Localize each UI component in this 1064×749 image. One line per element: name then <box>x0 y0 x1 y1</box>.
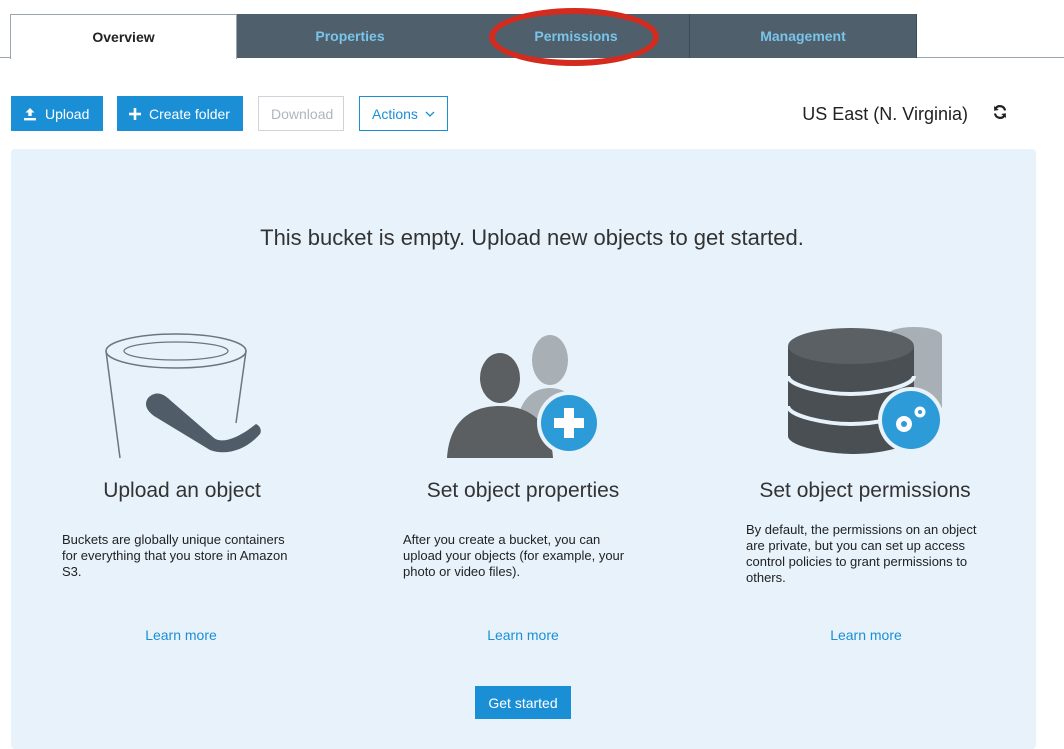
users-add-icon <box>445 330 605 465</box>
tab-properties[interactable]: Properties <box>237 14 464 58</box>
actions-dropdown[interactable]: Actions <box>359 96 448 131</box>
learn-more-permissions-link[interactable]: Learn more <box>806 627 926 643</box>
upload-object-title: Upload an object <box>103 479 261 502</box>
actions-dropdown-label: Actions <box>372 105 418 122</box>
region-label: US East (N. Virginia) <box>802 104 968 124</box>
learn-more-upload-link[interactable]: Learn more <box>121 627 241 643</box>
set-object-properties-description: After you create a bucket, you can uploa… <box>403 532 625 579</box>
set-object-permissions-title: Set object permissions <box>759 479 971 502</box>
upload-button[interactable]: Upload <box>11 96 103 131</box>
tab-permissions[interactable]: Permissions <box>463 14 690 58</box>
upload-button-label: Upload <box>45 105 90 122</box>
download-button[interactable]: Download <box>258 96 344 131</box>
database-settings-icon <box>786 318 946 463</box>
upload-icon <box>23 107 37 121</box>
set-object-properties-title: Set object properties <box>426 479 620 502</box>
tab-overview[interactable]: Overview <box>10 14 237 59</box>
set-object-permissions-description: By default, the permissions on an object… <box>746 522 977 585</box>
chevron-down-icon <box>425 111 435 117</box>
create-folder-button[interactable]: Create folder <box>117 96 243 131</box>
tab-bar: Overview Properties Permissions Manageme… <box>0 0 1064 66</box>
refresh-icon[interactable] <box>992 104 1008 125</box>
empty-bucket-headline: This bucket is empty. Upload new objects… <box>260 225 804 250</box>
bucket-icon <box>96 328 266 468</box>
learn-more-properties-link[interactable]: Learn more <box>463 627 583 643</box>
download-button-label: Download <box>271 105 334 122</box>
create-folder-button-label: Create folder <box>149 105 230 122</box>
upload-object-description: Buckets are globally unique containers f… <box>62 532 288 579</box>
get-started-button[interactable]: Get started <box>475 686 571 719</box>
tab-management[interactable]: Management <box>690 14 917 58</box>
plus-icon <box>129 107 141 120</box>
